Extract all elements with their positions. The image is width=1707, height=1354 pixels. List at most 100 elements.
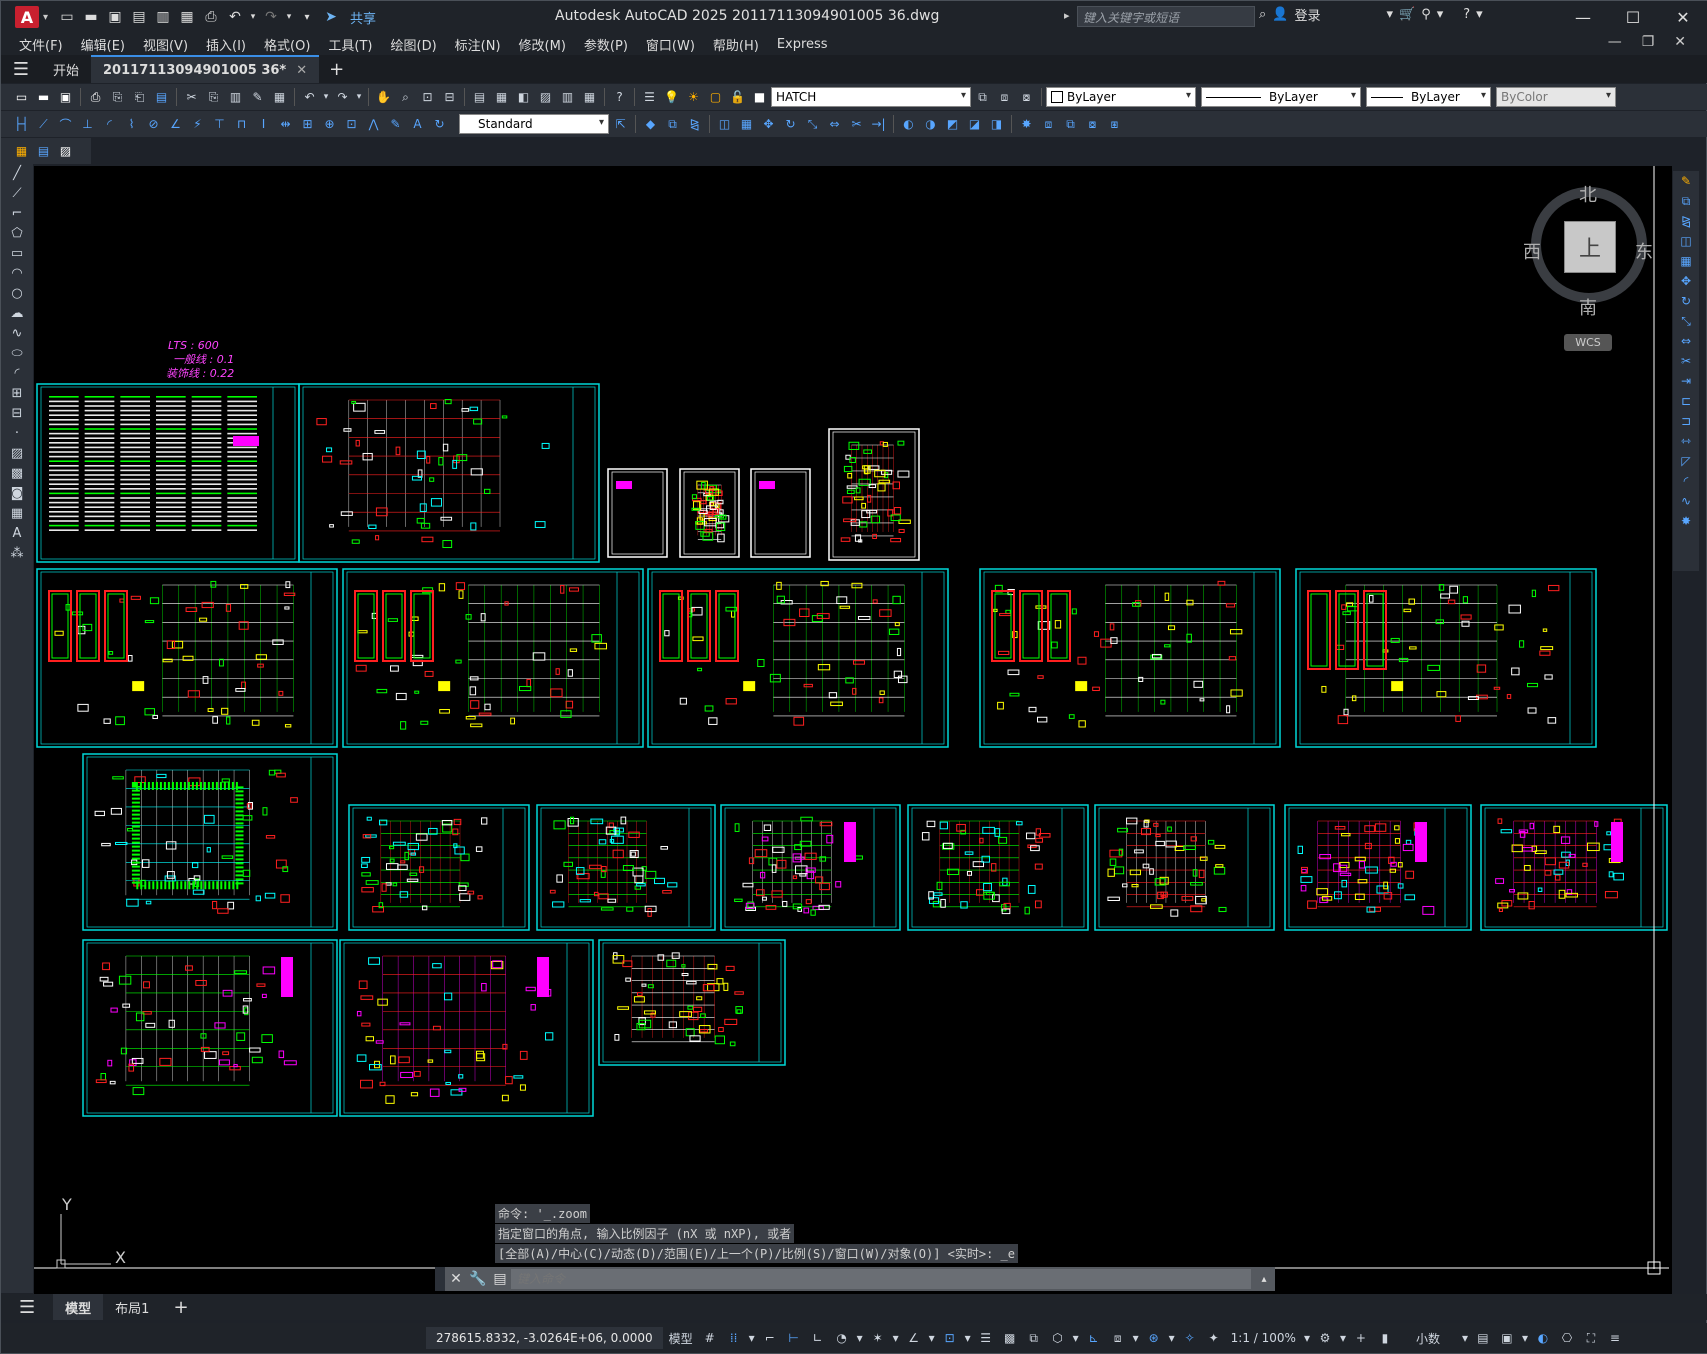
polygon-icon[interactable]: ⬠	[1, 223, 33, 243]
autocad-logo[interactable]: A	[15, 6, 39, 28]
gizmo-dropdown-icon[interactable]: ▾	[1167, 1326, 1177, 1350]
menu-draw[interactable]: 绘图(D)	[391, 35, 437, 54]
minimize-icon[interactable]: —	[1558, 1, 1608, 33]
plot-preview-icon[interactable]: ⎘	[107, 87, 128, 108]
menu-modify[interactable]: 修改(M)	[519, 35, 566, 54]
selection-cycling-icon[interactable]: ⧉	[1023, 1326, 1045, 1350]
maximize-icon[interactable]: ☐	[1608, 1, 1658, 33]
help-dropdown-icon[interactable]: ▾	[1476, 7, 1483, 22]
angular-dim-icon[interactable]: ∠	[165, 114, 186, 135]
transparency-icon[interactable]: ▩	[999, 1326, 1021, 1350]
arc-length-icon[interactable]: ⌒	[55, 114, 76, 135]
open-file-icon[interactable]: ▬	[80, 6, 102, 28]
recent-commands-icon[interactable]: ▤	[489, 1271, 511, 1287]
copy-icon[interactable]: ⎘	[203, 87, 224, 108]
undo-toolbar-icon[interactable]: ↶	[299, 87, 320, 108]
publish-icon[interactable]: ⎗	[129, 87, 150, 108]
ellipse-arc-icon[interactable]: ◜	[1, 363, 33, 383]
center-mark-icon[interactable]: ⊕	[319, 114, 340, 135]
rotate-side-icon[interactable]: ↻	[1673, 291, 1699, 311]
blend-side-icon[interactable]: ∿	[1673, 491, 1699, 511]
command-line-grip[interactable]	[435, 1267, 445, 1291]
chamfer-icon[interactable]: ◩	[942, 114, 963, 135]
tolerance-icon[interactable]: ⊞	[297, 114, 318, 135]
make-current-layer-icon[interactable]: ⧉	[972, 87, 993, 108]
3d-osnap-icon[interactable]: ⬡	[1047, 1326, 1069, 1350]
trim-side-icon[interactable]: ✂	[1673, 351, 1699, 371]
redo-icon[interactable]: ↷	[260, 6, 282, 28]
layer-lock-icon[interactable]: 🔓	[727, 87, 748, 108]
break-icon[interactable]: ◐	[898, 114, 919, 135]
undo-icon[interactable]: ↶	[224, 6, 246, 28]
menu-parameters[interactable]: 参数(P)	[584, 35, 628, 54]
layer-properties-icon[interactable]: ☰	[639, 87, 660, 108]
baseline-dim-icon[interactable]: ⊤	[209, 114, 230, 135]
menu-help[interactable]: 帮助(H)	[713, 35, 759, 54]
fillet-side-icon[interactable]: ◜	[1673, 471, 1699, 491]
redo-toolbar-icon[interactable]: ↷	[332, 87, 353, 108]
explode-icon[interactable]: ✸	[1016, 114, 1037, 135]
calculator-icon[interactable]: ▦	[579, 87, 600, 108]
object-snap-dropdown-icon[interactable]: ▾	[963, 1326, 973, 1350]
properties-icon[interactable]: ▤	[469, 87, 490, 108]
layer-viewport-icon[interactable]: ▢	[705, 87, 726, 108]
layer-states-icon[interactable]: ⧇	[1016, 87, 1037, 108]
polar-dropdown-icon[interactable]: ▾	[855, 1326, 865, 1350]
infer-constraints-icon[interactable]: ⌐	[759, 1326, 781, 1350]
dim-edit-icon[interactable]: ✎	[385, 114, 406, 135]
3d-print-icon[interactable]: ▤	[151, 87, 172, 108]
menu-edit[interactable]: 编辑(E)	[81, 35, 125, 54]
paste-icon[interactable]: ▥	[225, 87, 246, 108]
array-icon[interactable]: ▦	[736, 114, 757, 135]
units-value[interactable]: 小数	[1398, 1326, 1458, 1350]
login-button[interactable]: 登录	[1294, 5, 1320, 24]
layer-previous-icon[interactable]: ⧈	[994, 87, 1015, 108]
isodraft-icon[interactable]: ✶	[867, 1326, 889, 1350]
lock-ui-dropdown-icon[interactable]: ▾	[1520, 1326, 1530, 1350]
trim-icon[interactable]: ✂	[846, 114, 867, 135]
units-icon[interactable]: ▮	[1374, 1326, 1396, 1350]
join-icon[interactable]: ◑	[920, 114, 941, 135]
stretch-icon[interactable]: ⇔	[824, 114, 845, 135]
dim-style-icon[interactable]: ⇱	[610, 114, 631, 135]
tab-layout1[interactable]: 布局1	[103, 1294, 161, 1320]
construction-line-icon[interactable]: ⟋	[1, 183, 33, 203]
table-icon[interactable]: ▦	[1, 503, 33, 523]
dynamic-ucs-icon[interactable]: ⊾	[1083, 1326, 1105, 1350]
arc-icon[interactable]: ◠	[1, 263, 33, 283]
polar-icon[interactable]: ◔	[831, 1326, 853, 1350]
insert-block-icon[interactable]: ⊞	[1, 383, 33, 403]
workspace-gear-icon[interactable]: ⚙	[1314, 1326, 1336, 1350]
rectangle-icon[interactable]: ▭	[1, 243, 33, 263]
app-menu-chevron-icon[interactable]: ▾	[43, 12, 48, 23]
search-expand-icon[interactable]: ▸	[1064, 9, 1070, 22]
share-button[interactable]: 共享	[350, 8, 376, 27]
help-icon[interactable]: ?	[1463, 7, 1470, 22]
linetype-dropdown[interactable]: ByLayer ▾	[1201, 87, 1361, 107]
workspace-dropdown-icon[interactable]: ▾	[1338, 1326, 1348, 1350]
dim-break-icon[interactable]: ⇹	[275, 114, 296, 135]
ortho-icon[interactable]: ∟	[807, 1326, 829, 1350]
make-block-icon[interactable]: ⊟	[1, 403, 33, 423]
continue-dim-icon[interactable]: ⊓	[231, 114, 252, 135]
search-input[interactable]: 键入关键字或短语	[1077, 6, 1255, 27]
hardware-acceleration-icon[interactable]: ⎔	[1556, 1326, 1578, 1350]
wcs-menu[interactable]: WCS	[1564, 334, 1612, 351]
ungroup-icon[interactable]: ⧇	[1082, 114, 1103, 135]
spline-icon[interactable]: ∿	[1, 323, 33, 343]
auto-scale-icon[interactable]: ✦	[1203, 1326, 1225, 1350]
line-icon[interactable]: ╱	[1, 163, 33, 183]
menu-tools[interactable]: 工具(T)	[328, 35, 372, 54]
new-tab-icon[interactable]: +	[329, 59, 344, 80]
close-command-icon[interactable]: ✕	[445, 1271, 467, 1287]
block-editor-icon[interactable]: ▦	[269, 87, 290, 108]
zoom-window-icon[interactable]: ⊡	[417, 87, 438, 108]
isodraft-dropdown-icon[interactable]: ▾	[891, 1326, 901, 1350]
autodesk-app-icon[interactable]: ⚲	[1421, 7, 1431, 22]
object-snap-tracking-icon[interactable]: ∠	[903, 1326, 925, 1350]
jogged-linear-icon[interactable]: ⋀	[363, 114, 384, 135]
dim-update-icon[interactable]: ↻	[429, 114, 450, 135]
plot-icon[interactable]: ⎙	[200, 6, 222, 28]
array-side-icon[interactable]: ▦	[1673, 251, 1699, 271]
ordinate-dim-icon[interactable]: ⊥	[77, 114, 98, 135]
